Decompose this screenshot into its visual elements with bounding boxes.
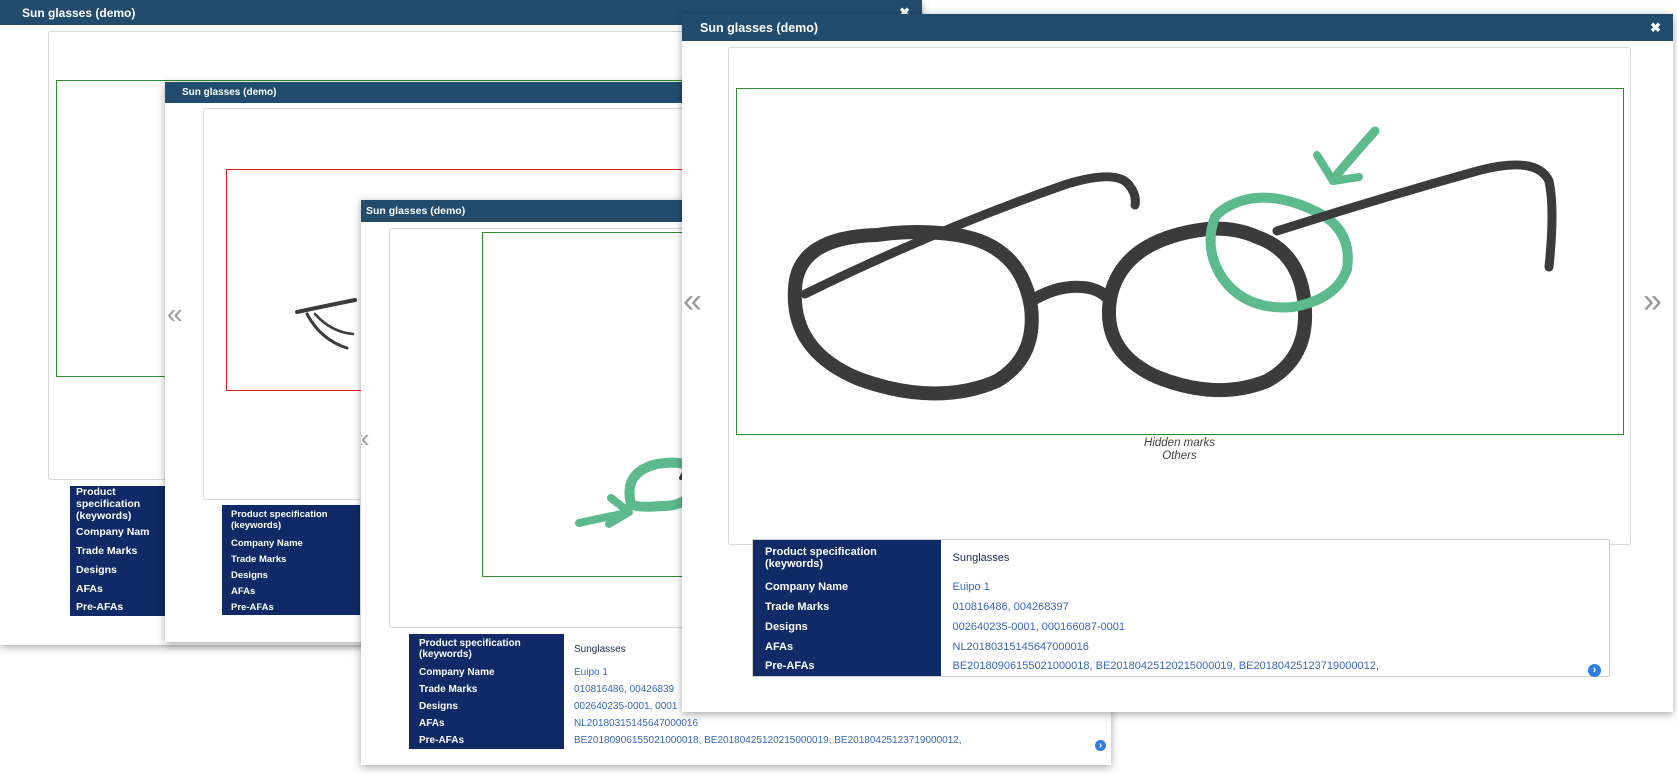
modal-title: Sun glasses (demo)	[700, 20, 819, 35]
spec-value-afas[interactable]: NL20180315145647000016	[564, 715, 1110, 732]
spec-value-preafas[interactable]: BE20180906155021000018, BE20180425120215…	[940, 656, 1610, 677]
spec-label-preafas: Pre-AFAs	[222, 599, 360, 615]
spec-label-designs: Designs	[222, 567, 360, 583]
spec-label-trademarks: Trade Marks	[752, 596, 941, 617]
caption-line-1: Hidden marks	[1144, 437, 1215, 449]
spec-value-trademarks[interactable]: 010816486, 004268397	[940, 596, 1610, 617]
spec-label-product: Product specification (keywords)	[222, 505, 360, 535]
modal-title: Sun glasses (demo)	[182, 87, 277, 98]
spec-label-preafas: Pre-AFAs	[752, 656, 941, 677]
spec-label-afas: AFAs	[752, 636, 941, 657]
spec-label-company: Company Name	[222, 535, 360, 551]
spec-value-company[interactable]: Euipo 1	[940, 576, 1610, 597]
spec-label-preafas: Pre-AFAs	[70, 598, 166, 616]
prev-arrow-icon[interactable]: «	[361, 425, 369, 451]
expand-icon[interactable]: ›	[1095, 740, 1106, 751]
spec-label-afas: AFAs	[70, 579, 166, 598]
spec-label-designs: Designs	[70, 560, 166, 579]
modal-title: Sun glasses (demo)	[366, 205, 466, 217]
spec-label-trademarks: Trade Marks	[409, 681, 564, 698]
spec-label-product: Product specification (keywords)	[70, 486, 166, 522]
modal-front: Sun glasses (demo) ✖ « » Hidden marks Ot…	[682, 14, 1673, 712]
spec-label-designs: Designs	[409, 698, 564, 715]
spec-label-afas: AFAs	[409, 715, 564, 732]
spec-label-product: Product specification (keywords)	[752, 539, 941, 577]
spec-value-designs[interactable]: 002640235-0001, 000166087-0001	[940, 616, 1610, 637]
spec-label-company: Company Name	[752, 576, 941, 597]
spec-label-company: Company Name	[409, 664, 564, 681]
image-caption: Hidden marks Others	[728, 437, 1631, 463]
next-arrow-icon[interactable]: »	[1643, 284, 1662, 318]
spec-value-afas[interactable]: NL20180315145647000016	[940, 636, 1610, 657]
spec-table: Product specification (keywords) Sunglas…	[752, 539, 1610, 677]
spec-label-preafas: Pre-AFAs	[409, 732, 564, 749]
spec-value-preafas[interactable]: BE20180906155021000018, BE20180425120215…	[564, 732, 1110, 749]
spec-value-product: Sunglasses	[940, 539, 1610, 577]
spec-label-afas: AFAs	[222, 583, 360, 599]
close-icon[interactable]: ✖	[1650, 20, 1661, 36]
caption-line-2: Others	[1162, 450, 1197, 462]
prev-arrow-icon[interactable]: «	[167, 300, 183, 328]
spec-label-trademarks: Trade Marks	[222, 551, 360, 567]
prev-arrow-icon[interactable]: «	[683, 284, 702, 318]
expand-icon[interactable]: ›	[1588, 664, 1601, 677]
glasses-sketch	[787, 126, 1557, 401]
spec-label-product: Product specification (keywords)	[409, 634, 564, 664]
modal-header: Sun glasses (demo) ✖	[682, 14, 1673, 41]
spec-label-designs: Designs	[752, 616, 941, 637]
modal-title: Sun glasses (demo)	[22, 5, 136, 20]
spec-label-trademarks: Trade Marks	[70, 541, 166, 560]
spec-label-company: Company Nam	[70, 522, 166, 541]
